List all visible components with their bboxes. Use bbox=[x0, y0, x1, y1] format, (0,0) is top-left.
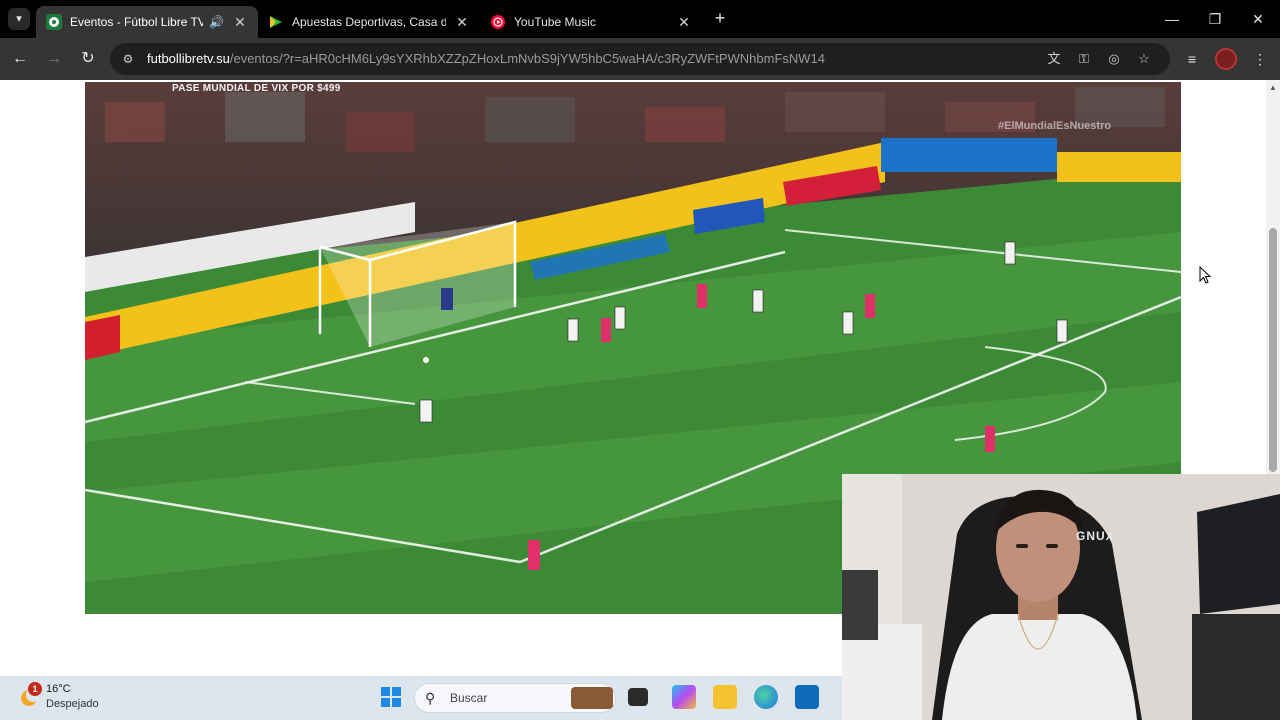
windows-start-icon[interactable] bbox=[380, 686, 402, 708]
search-placeholder: Buscar bbox=[450, 691, 488, 705]
restore-button[interactable]: ❐ bbox=[1194, 0, 1236, 38]
url-host: futbollibretv.su bbox=[147, 51, 230, 66]
forward-button[interactable]: → bbox=[42, 47, 66, 71]
task-view-icon[interactable] bbox=[628, 688, 648, 706]
close-tab-icon[interactable]: ✕ bbox=[454, 14, 470, 31]
tab-strip: ▾ Eventos - Fútbol Libre TV 🔊 ✕ Apuestas… bbox=[0, 0, 1280, 38]
translate-icon[interactable]: 文 bbox=[1044, 49, 1064, 69]
scroll-up-arrow-icon[interactable]: ▲ bbox=[1269, 84, 1277, 92]
speaker-icon[interactable]: 🔊 bbox=[209, 15, 224, 29]
promo-overlay-text: PASE MUNDIAL DE VIX POR $499 bbox=[172, 83, 341, 94]
close-tab-icon[interactable]: ✕ bbox=[676, 14, 692, 31]
minimize-button[interactable]: — bbox=[1151, 0, 1193, 38]
tab-title: Apuestas Deportivas, Casa de A bbox=[292, 15, 446, 29]
weather-description[interactable]: Despejado bbox=[46, 698, 99, 710]
reload-button[interactable]: ↻ bbox=[76, 47, 100, 71]
chair-brand-text: GNUX bbox=[1076, 529, 1115, 543]
tab-title: YouTube Music bbox=[514, 15, 596, 29]
media-controls-icon[interactable]: ≡ bbox=[1180, 47, 1204, 71]
notification-badge: 1 bbox=[28, 682, 42, 696]
close-window-button[interactable]: ✕ bbox=[1237, 0, 1279, 38]
browser-toolbar: ← → ↻ ⚙ futbollibretv.su/eventos/?r=aHR0… bbox=[0, 38, 1280, 80]
url-text[interactable]: futbollibretv.su/eventos/?r=aHR0cHM6Ly9s… bbox=[147, 51, 825, 66]
url-path: /eventos/?r=aHR0cHM6Ly9sYXRhbXZZpZHoxLmN… bbox=[229, 51, 826, 66]
menu-kebab-icon[interactable]: ⋮ bbox=[1248, 47, 1272, 71]
soccer-ball-favicon-icon bbox=[46, 14, 62, 30]
webcam-overlay bbox=[842, 474, 1280, 720]
mouse-cursor-icon bbox=[1199, 266, 1211, 284]
edge-browser-icon[interactable] bbox=[754, 685, 778, 709]
tracking-protection-icon[interactable]: ◎ bbox=[1104, 49, 1124, 69]
tab-futbol-libre[interactable]: Eventos - Fútbol Libre TV 🔊 ✕ bbox=[36, 6, 258, 38]
play-triangle-favicon-icon bbox=[270, 16, 282, 28]
tab-search-menu-button[interactable]: ▾ bbox=[8, 8, 30, 30]
search-icon: ⚲ bbox=[425, 690, 436, 706]
new-tab-button[interactable]: + bbox=[710, 8, 730, 30]
password-key-icon[interactable]: ⚿ bbox=[1074, 49, 1094, 69]
bookmark-star-icon[interactable]: ☆ bbox=[1134, 49, 1154, 69]
tab-title: Eventos - Fútbol Libre TV bbox=[70, 15, 204, 29]
taskbar-search-box[interactable]: ⚲ Buscar bbox=[414, 683, 616, 713]
file-explorer-icon[interactable] bbox=[713, 685, 737, 709]
address-bar[interactable]: ⚙ futbollibretv.su/eventos/?r=aHR0cHM6Ly… bbox=[110, 43, 1170, 75]
microsoft-store-icon[interactable] bbox=[795, 685, 819, 709]
youtube-music-favicon-icon bbox=[491, 15, 505, 29]
tab-apuestas[interactable]: Apuestas Deportivas, Casa de A ✕ bbox=[258, 6, 480, 38]
weather-temperature[interactable]: 16°C bbox=[46, 683, 71, 695]
scroll-thumb[interactable] bbox=[1269, 228, 1277, 472]
profile-avatar[interactable] bbox=[1215, 48, 1237, 70]
tab-youtube-music[interactable]: YouTube Music ✕ bbox=[480, 6, 702, 38]
hashtag-overlay-text: #ElMundialEsNuestro bbox=[998, 120, 1112, 132]
search-highlight-image bbox=[571, 687, 613, 709]
close-tab-icon[interactable]: ✕ bbox=[232, 14, 248, 31]
site-info-icon[interactable]: ⚙ bbox=[120, 51, 136, 67]
back-button[interactable]: ← bbox=[8, 47, 32, 71]
microsoft-365-icon[interactable] bbox=[672, 685, 696, 709]
webcam-feed bbox=[842, 474, 1280, 720]
